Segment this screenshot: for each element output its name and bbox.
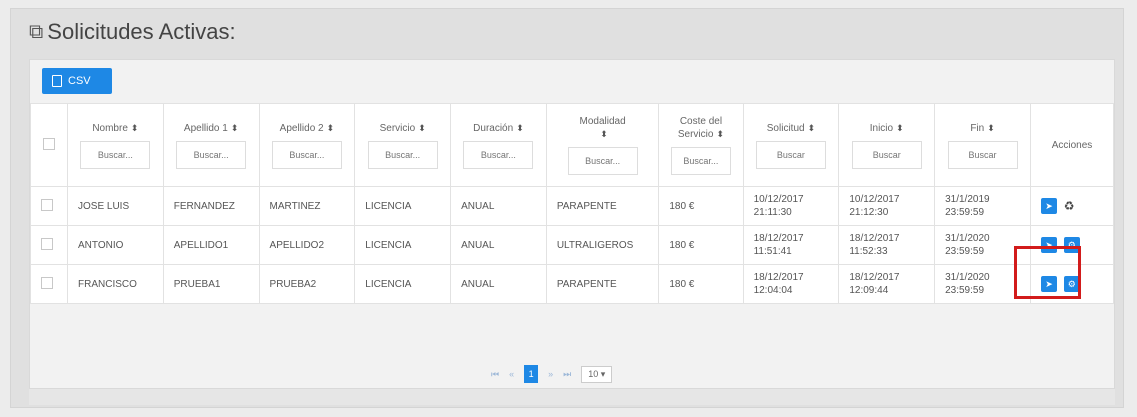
filter-coste[interactable] — [670, 146, 731, 175]
cell-acciones: ➤ ♻ — [1030, 186, 1114, 226]
filter-nombre[interactable] — [80, 140, 151, 169]
next-page-icon[interactable]: » — [548, 369, 553, 379]
sort-icon[interactable]: ⬍ — [600, 129, 608, 139]
cell-apellido2: APELLIDO2 — [258, 225, 356, 265]
cell-coste: 180 € — [658, 264, 744, 304]
cell-duracion: ANUAL — [450, 225, 547, 265]
sort-icon[interactable]: ⬍ — [987, 123, 995, 133]
select-all-cell — [30, 103, 68, 187]
filter-solicitud[interactable] — [755, 140, 826, 169]
current-page[interactable]: 1 — [524, 365, 539, 383]
cell-apellido2: MARTINEZ — [258, 186, 356, 226]
pagination: ⏮ « 1 » ⏭ 10 ▾ — [491, 365, 613, 383]
col-coste[interactable]: Coste del Servicio ⬍ — [658, 103, 744, 187]
first-page-icon[interactable]: ⏮ — [491, 369, 499, 380]
table-header-row: Nombre⬍ Apellido 1⬍ Apellido 2⬍ Servicio… — [30, 103, 1114, 187]
cell-modalidad: PARAPENTE — [545, 186, 660, 226]
sort-icon[interactable]: ⬍ — [896, 123, 904, 133]
table-row: FRANCISCO PRUEBA1 PRUEBA2 LICENCIA ANUAL… — [30, 264, 1114, 304]
cell-modalidad: ULTRALIGEROS — [545, 225, 660, 265]
table-row: ANTONIO APELLIDO1 APELLIDO2 LICENCIA ANU… — [30, 225, 1114, 265]
select-all-checkbox[interactable] — [43, 137, 55, 150]
sort-icon[interactable]: ⬍ — [131, 123, 139, 133]
filter-apellido2[interactable] — [271, 140, 342, 169]
highlight-box — [1014, 246, 1081, 299]
col-apellido2[interactable]: Apellido 2 ⬍ — [258, 103, 356, 187]
table-panel: CSV Nombre⬍ Apellido 1⬍ Apellido 2⬍ Serv… — [29, 59, 1115, 389]
csv-export-button[interactable]: CSV — [42, 68, 112, 94]
sort-icon[interactable]: ⬍ — [808, 123, 816, 133]
col-servicio[interactable]: Servicio ⬍ — [354, 103, 452, 187]
cell-nombre: ANTONIO — [67, 225, 164, 265]
page-title-text: Solicitudes Activas: — [47, 19, 236, 44]
filter-modalidad[interactable] — [567, 146, 638, 175]
file-icon — [52, 75, 62, 87]
col-apellido1[interactable]: Apellido 1 ⬍ — [162, 103, 260, 187]
last-page-icon[interactable]: ⏭ — [563, 369, 571, 380]
cell-apellido1: APELLIDO1 — [162, 225, 260, 265]
csv-button-label: CSV — [68, 75, 91, 87]
sort-icon[interactable]: ⬍ — [418, 123, 426, 133]
cell-servicio: LICENCIA — [354, 225, 452, 265]
cell-inicio: 18/12/2017 11:52:33 — [838, 225, 936, 265]
recycle-icon[interactable]: ♻ — [1064, 199, 1075, 213]
col-duracion[interactable]: Duración ⬍ — [450, 103, 547, 187]
footer-bar — [29, 389, 1115, 405]
cell-fin: 31/1/2019 23:59:59 — [934, 186, 1031, 226]
send-icon: ➤ — [1045, 200, 1053, 211]
col-modalidad[interactable]: Modalidad ⬍ — [545, 103, 660, 187]
filter-duracion[interactable] — [463, 140, 534, 169]
prev-page-icon[interactable]: « — [509, 369, 514, 379]
page-title: ⧉ Solicitudes Activas: — [29, 19, 236, 45]
cell-coste: 180 € — [658, 186, 744, 226]
page-size-select[interactable]: 10 ▾ — [581, 365, 613, 383]
cell-duracion: ANUAL — [450, 264, 547, 304]
col-solicitud[interactable]: Solicitud ⬍ — [742, 103, 840, 187]
cell-solicitud: 18/12/2017 11:51:41 — [742, 225, 840, 265]
row-checkbox[interactable] — [41, 276, 53, 289]
cell-servicio: LICENCIA — [354, 264, 452, 304]
col-nombre[interactable]: Nombre ⬍ — [67, 103, 164, 187]
filter-servicio[interactable] — [367, 140, 438, 169]
col-inicio[interactable]: Inicio ⬍ — [838, 103, 936, 187]
col-fin[interactable]: Fin ⬍ — [934, 103, 1031, 187]
sort-icon[interactable]: ⬍ — [516, 123, 524, 133]
cell-solicitud: 18/12/2017 12:04:04 — [742, 264, 840, 304]
requests-table: Nombre⬍ Apellido 1⬍ Apellido 2⬍ Servicio… — [30, 103, 1114, 304]
filter-fin[interactable] — [947, 140, 1018, 169]
filter-apellido1[interactable] — [176, 140, 247, 169]
cell-inicio: 10/12/2017 21:12:30 — [838, 186, 936, 226]
copy-icon: ⧉ — [29, 20, 44, 43]
cell-nombre: JOSE LUIS — [67, 186, 164, 226]
cell-servicio: LICENCIA — [354, 186, 452, 226]
cell-duracion: ANUAL — [450, 186, 547, 226]
table-row: JOSE LUIS FERNANDEZ MARTINEZ LICENCIA AN… — [30, 186, 1114, 226]
cell-nombre: FRANCISCO — [67, 264, 164, 304]
cell-apellido1: PRUEBA1 — [162, 264, 260, 304]
send-button[interactable]: ➤ — [1041, 198, 1057, 214]
row-checkbox[interactable] — [41, 237, 53, 250]
sort-icon[interactable]: ⬍ — [327, 123, 335, 133]
cell-inicio: 18/12/2017 12:09:44 — [838, 264, 936, 304]
cell-solicitud: 10/12/2017 21:11:30 — [742, 186, 840, 226]
cell-modalidad: PARAPENTE — [545, 264, 660, 304]
col-acciones: Acciones — [1030, 103, 1114, 187]
cell-apellido1: FERNANDEZ — [162, 186, 260, 226]
sort-icon[interactable]: ⬍ — [231, 123, 239, 133]
cell-apellido2: PRUEBA2 — [258, 264, 356, 304]
sort-icon[interactable]: ⬍ — [716, 129, 724, 139]
filter-inicio[interactable] — [851, 140, 922, 169]
page-container: ⧉ Solicitudes Activas: CSV Nombre⬍ Apell… — [10, 8, 1124, 408]
cell-coste: 180 € — [658, 225, 744, 265]
row-checkbox[interactable] — [41, 198, 53, 211]
